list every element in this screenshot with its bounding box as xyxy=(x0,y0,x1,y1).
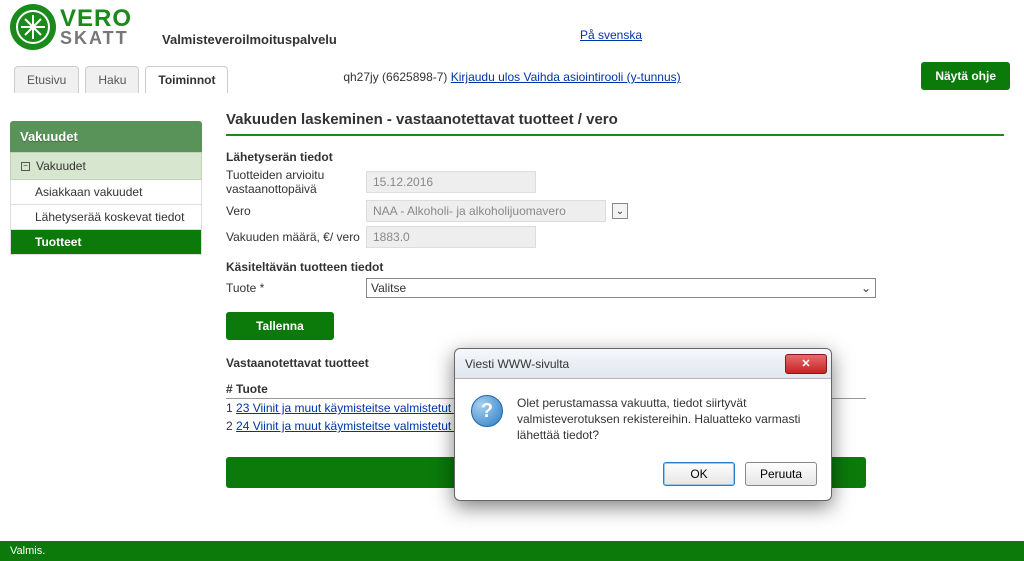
collapse-icon: − xyxy=(21,162,30,171)
logout-link[interactable]: Kirjaudu ulos Vaihda asiointirooli (y-tu… xyxy=(451,70,681,84)
form-row-vakuus-maara: Vakuuden määrä, €/ vero 1883.0 xyxy=(226,226,1004,248)
sidebar-group-vakuudet[interactable]: − Vakuudet xyxy=(10,152,202,180)
sidebar-item-tuotteet[interactable]: Tuotteet xyxy=(10,230,202,255)
sidebar: Vakuudet − Vakuudet Asiakkaan vakuudet L… xyxy=(10,121,202,498)
dialog-message: Olet perustamassa vakuutta, tiedot siirt… xyxy=(517,395,819,444)
label-tuote: Tuote * xyxy=(226,281,366,295)
tuote-select-value: Valitse xyxy=(371,281,406,295)
page-title: Vakuuden laskeminen - vastaanotettavat t… xyxy=(226,111,1004,136)
row-index: 2 xyxy=(226,419,233,433)
tuote-select[interactable]: Valitse ⌄ xyxy=(366,278,876,298)
logo-text-vero: VERO xyxy=(60,8,132,30)
form-row-vastaanottopaiva: Tuotteiden arvioitu vastaanottopäivä 15.… xyxy=(226,168,1004,196)
value-vakuus-maara: 1883.0 xyxy=(366,226,536,248)
label-vastaanottopaiva: Tuotteiden arvioitu vastaanottopäivä xyxy=(226,168,366,196)
confirm-dialog: Viesti WWW-sivulta ✕ ? Olet perustamassa… xyxy=(454,348,832,501)
logo: VERO SKATT xyxy=(10,4,132,50)
value-vastaanottopaiva: 15.12.2016 xyxy=(366,171,536,193)
chevron-down-icon: ⌄ xyxy=(861,281,871,295)
section-lahetysera-title: Lähetyserän tiedot xyxy=(226,150,1004,164)
form-row-vero: Vero NAA - Alkoholi- ja alkoholijuomaver… xyxy=(226,200,1004,222)
label-vakuus-maara: Vakuuden määrä, €/ vero xyxy=(226,230,366,244)
service-name: Valmisteveroilmoituspalvelu xyxy=(162,32,337,47)
footer-status: Valmis. xyxy=(0,541,1024,561)
cancel-button[interactable]: Peruuta xyxy=(745,462,817,486)
row-index: 1 xyxy=(226,401,233,415)
question-icon: ? xyxy=(471,395,503,427)
language-link[interactable]: På svenska xyxy=(580,28,642,42)
show-help-button[interactable]: Näytä ohje xyxy=(921,62,1010,90)
chevron-down-icon: ⌄ xyxy=(612,203,628,219)
sidebar-item-lahetysera-tiedot[interactable]: Lähetyserää koskevat tiedot xyxy=(10,205,202,230)
sidebar-head: Vakuudet xyxy=(10,121,202,152)
save-button[interactable]: Tallenna xyxy=(226,312,334,340)
close-icon[interactable]: ✕ xyxy=(785,354,827,374)
header: VERO SKATT Valmisteveroilmoituspalvelu xyxy=(0,0,1024,50)
sidebar-item-asiakkaan-vakuudet[interactable]: Asiakkaan vakuudet xyxy=(10,180,202,205)
auth-user: qh27jy (6625898-7) xyxy=(343,70,447,84)
sidebar-group-label: Vakuudet xyxy=(36,159,86,173)
value-vero: NAA - Alkoholi- ja alkoholijuomavero xyxy=(366,200,606,222)
dialog-titlebar[interactable]: Viesti WWW-sivulta ✕ xyxy=(455,349,831,379)
logo-text-skatt: SKATT xyxy=(60,30,132,46)
section-kasiteltava-title: Käsiteltävän tuotteen tiedot xyxy=(226,260,1004,274)
logo-icon xyxy=(10,4,56,50)
dialog-title: Viesti WWW-sivulta xyxy=(465,357,569,371)
auth-line: qh27jy (6625898-7) Kirjaudu ulos Vaihda … xyxy=(0,70,1024,84)
label-vero: Vero xyxy=(226,204,366,218)
ok-button[interactable]: OK xyxy=(663,462,735,486)
form-row-tuote: Tuote * Valitse ⌄ xyxy=(226,278,1004,298)
